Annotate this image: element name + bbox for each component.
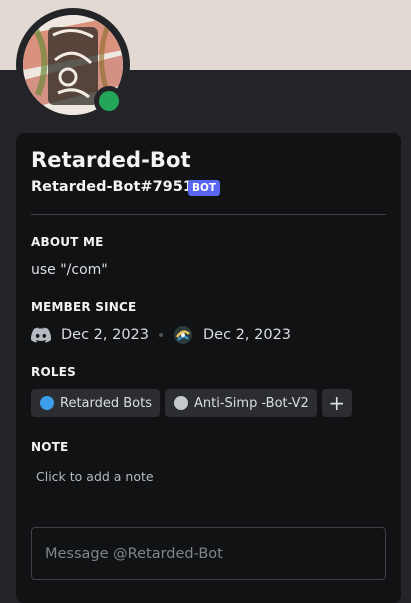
message-input[interactable] bbox=[32, 528, 385, 579]
message-box bbox=[31, 527, 386, 580]
roles-title: ROLES bbox=[31, 365, 76, 379]
role-pill[interactable]: Retarded Bots bbox=[31, 389, 161, 417]
member-since-title: MEMBER SINCE bbox=[31, 300, 137, 314]
role-pill[interactable]: Anti-Simp -Bot-V2 bbox=[165, 389, 317, 417]
role-label: Retarded Bots bbox=[60, 395, 153, 411]
member-since-row: Dec 2, 2023 Dec 2, 2023 bbox=[31, 325, 291, 345]
add-role-button[interactable]: + bbox=[321, 389, 352, 417]
role-color-icon bbox=[40, 396, 54, 410]
discord-member-since-date: Dec 2, 2023 bbox=[61, 327, 150, 343]
discord-icon bbox=[31, 327, 51, 343]
display-name: Retarded-Bot bbox=[31, 148, 191, 172]
role-label: Anti-Simp -Bot-V2 bbox=[194, 395, 309, 411]
about-me-text: use "/com" bbox=[31, 262, 108, 278]
separator-dot bbox=[159, 333, 164, 337]
username[interactable]: Retarded-Bot#7951 bbox=[31, 179, 193, 195]
note-title: NOTE bbox=[31, 440, 69, 454]
note-input[interactable]: Click to add a note bbox=[36, 469, 154, 484]
about-me-title: ABOUT ME bbox=[31, 235, 104, 249]
roles-list: Retarded Bots Anti-Simp -Bot-V2 + bbox=[31, 389, 352, 417]
bot-badge: BOT bbox=[188, 180, 221, 196]
online-status-icon bbox=[99, 91, 119, 111]
role-color-icon bbox=[174, 396, 189, 410]
server-member-since-date: Dec 2, 2023 bbox=[203, 327, 292, 343]
server-icon bbox=[174, 326, 193, 344]
divider bbox=[31, 214, 386, 215]
